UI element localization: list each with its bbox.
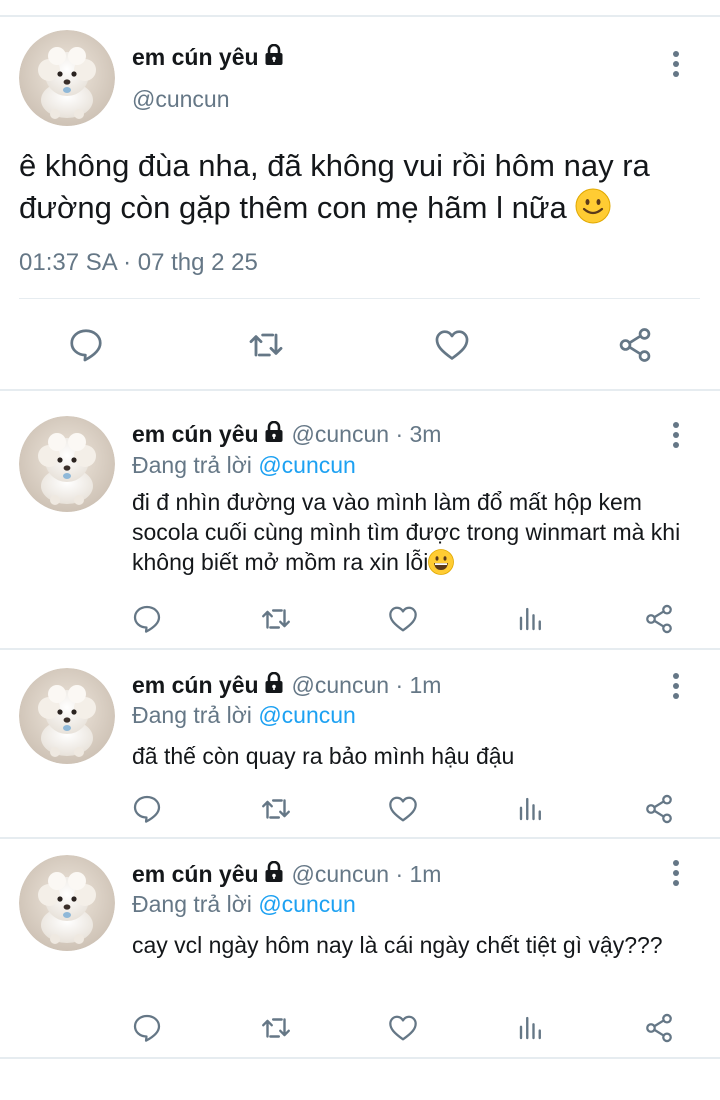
replying-to: Đang trả lời @cuncun [132,891,356,918]
reply-icon[interactable] [66,325,106,365]
reply-icon[interactable] [129,791,165,827]
share-icon[interactable] [641,791,677,827]
replying-label: Đang trả lời [132,702,252,728]
more-options-icon[interactable] [671,859,681,892]
tweet-text-content: cay vcl ngày hôm nay là cái ngày chết ti… [132,932,663,958]
retweet-icon[interactable] [258,601,294,637]
divider [19,298,700,299]
replying-label: Đang trả lời [132,452,252,478]
more-options-icon[interactable] [671,421,681,454]
handle-time: @cuncun · 3m [291,421,442,447]
mention-link[interactable]: @cuncun [258,452,356,478]
author-row: em cún yêu [132,44,284,71]
puppy-avatar-image [19,855,115,951]
display-name[interactable]: em cún yêu [132,421,259,448]
smile-emoji-icon [575,188,611,224]
avatar[interactable] [19,668,115,764]
handle-time: @cuncun · 1m [291,861,442,887]
share-icon[interactable] [641,1010,677,1046]
lock-icon [264,421,284,448]
replying-to: Đang trả lời @cuncun [132,452,356,479]
retweet-icon[interactable] [258,1010,294,1046]
handle-time: @cuncun · 1m [291,672,442,698]
author-row: em cún yêu @cuncun · 3m [132,421,441,448]
tweet-timestamp[interactable]: 01:37 SA · 07 thg 2 25 [19,249,258,277]
like-icon[interactable] [385,1010,421,1046]
stats-icon[interactable] [513,791,549,827]
grin-emoji-icon [428,549,454,575]
reply-icon[interactable] [129,601,165,637]
more-options-icon[interactable] [671,672,681,705]
tweet-text-content: đã thế còn quay ra bảo mình hậu đậu [132,743,515,769]
puppy-avatar-image [19,30,115,126]
share-icon[interactable] [641,601,677,637]
tweet-text: ê không đùa nha, đã không vui rồi hôm na… [19,145,709,229]
author-row: em cún yêu @cuncun · 1m [132,672,441,699]
mention-link[interactable]: @cuncun [258,702,356,728]
mention-link[interactable]: @cuncun [258,891,356,917]
stats-icon[interactable] [513,1010,549,1046]
puppy-avatar-image [19,668,115,764]
more-options-icon[interactable] [671,50,681,83]
reply-tweet[interactable]: em cún yêu @cuncun · 1m Đang trả lời @cu… [0,650,720,837]
display-name[interactable]: em cún yêu [132,44,259,71]
display-name[interactable]: em cún yêu [132,672,259,699]
user-handle[interactable]: @cuncun [132,86,230,113]
replying-label: Đang trả lời [132,891,252,917]
reply-tweet[interactable]: em cún yêu @cuncun · 1m Đang trả lời @cu… [0,839,720,1059]
display-name[interactable]: em cún yêu [132,861,259,888]
lock-icon [264,672,284,699]
author-row: em cún yêu @cuncun · 1m [132,861,441,888]
replying-to: Đang trả lời @cuncun [132,702,356,729]
retweet-icon[interactable] [258,791,294,827]
share-icon[interactable] [615,325,655,365]
tweet-text-content: ê không đùa nha, đã không vui rồi hôm na… [19,148,650,225]
stats-icon[interactable] [513,601,549,637]
tweet-text-content: đi đ nhìn đường va vào mình làm đổ mất h… [132,489,681,575]
avatar[interactable] [19,855,115,951]
divider [0,1057,720,1059]
like-icon[interactable] [432,325,472,365]
retweet-icon[interactable] [246,325,286,365]
reply-icon[interactable] [129,1010,165,1046]
reply-tweet[interactable]: em cún yêu @cuncun · 3m Đang trả lời @cu… [0,391,720,648]
avatar[interactable] [19,30,115,126]
main-tweet: em cún yêu @cuncun ê không đùa nha, đã k… [0,17,720,391]
tweet-text: cay vcl ngày hôm nay là cái ngày chết ti… [132,930,672,960]
avatar[interactable] [19,416,115,512]
like-icon[interactable] [385,601,421,637]
puppy-avatar-image [19,416,115,512]
like-icon[interactable] [385,791,421,827]
lock-icon [264,861,284,888]
tweet-text: đã thế còn quay ra bảo mình hậu đậu [132,741,702,771]
tweet-text: đi đ nhìn đường va vào mình làm đổ mất h… [132,487,702,577]
lock-icon [264,44,284,71]
